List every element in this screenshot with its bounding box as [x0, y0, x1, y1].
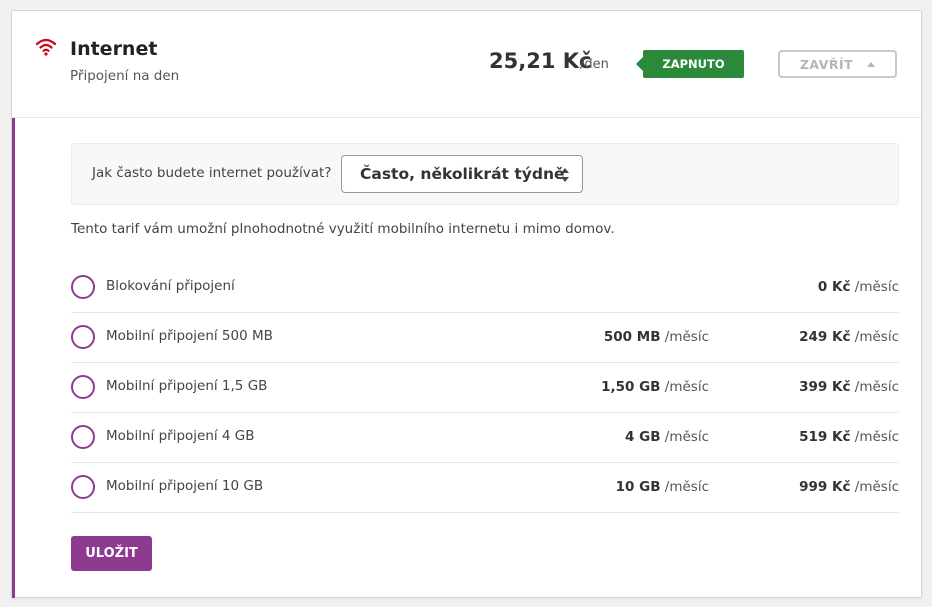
- wifi-icon: [35, 38, 57, 56]
- card-body: Jak často budete internet používat? Čast…: [12, 118, 921, 598]
- caret-up-icon: [867, 61, 876, 67]
- close-button-label: ZAVŘÍT: [799, 56, 854, 72]
- plan-option-500mb[interactable]: Mobilní připojení 500 MB 500 MB /měsíc 2…: [71, 313, 899, 363]
- service-subtitle: Připojení na den: [70, 68, 180, 84]
- usage-question-box: Jak často budete internet používat? Čast…: [71, 143, 899, 205]
- usage-frequency-select[interactable]: Často, několikrát týdně: [341, 155, 583, 193]
- plan-price: 999 Kč /měsíc: [799, 479, 899, 495]
- radio-button[interactable]: [71, 325, 95, 349]
- select-arrows-icon: [560, 168, 570, 182]
- card-header: Internet Připojení na den 25,21 Kč /den …: [12, 11, 921, 118]
- plan-name: Mobilní připojení 4 GB: [106, 428, 255, 444]
- plan-list: Blokování připojení 0 Kč /měsíc Mobilní …: [71, 263, 899, 513]
- close-button[interactable]: ZAVŘÍT: [778, 50, 897, 78]
- radio-button[interactable]: [71, 375, 95, 399]
- plan-data: 4 GB /měsíc: [625, 429, 709, 445]
- tariff-description: Tento tarif vám umožní plnohodnotné využ…: [71, 221, 615, 237]
- plan-price: 249 Kč /měsíc: [799, 329, 899, 345]
- plan-name: Mobilní připojení 10 GB: [106, 478, 264, 494]
- service-price: 25,21 Kč: [489, 49, 592, 73]
- plan-price: 0 Kč /měsíc: [817, 279, 899, 295]
- usage-frequency-value: Často, několikrát týdně: [360, 165, 565, 183]
- plan-option-1-5gb[interactable]: Mobilní připojení 1,5 GB 1,50 GB /měsíc …: [71, 363, 899, 413]
- plan-data: 1,50 GB /měsíc: [601, 379, 709, 395]
- service-title: Internet: [70, 38, 158, 60]
- radio-button[interactable]: [71, 275, 95, 299]
- plan-data: 10 GB /měsíc: [615, 479, 709, 495]
- usage-question-label: Jak často budete internet používat?: [92, 165, 332, 181]
- plan-name: Blokování připojení: [106, 278, 235, 294]
- plan-data: 500 MB /měsíc: [603, 329, 709, 345]
- plan-price: 519 Kč /měsíc: [799, 429, 899, 445]
- save-button[interactable]: ULOŽIT: [71, 536, 152, 571]
- internet-service-card: Internet Připojení na den 25,21 Kč /den …: [11, 10, 922, 598]
- radio-button[interactable]: [71, 475, 95, 499]
- status-badge: ZAPNUTO: [636, 50, 744, 78]
- plan-name: Mobilní připojení 1,5 GB: [106, 378, 268, 394]
- plan-option-10gb[interactable]: Mobilní připojení 10 GB 10 GB /měsíc 999…: [71, 463, 899, 513]
- plan-price: 399 Kč /měsíc: [799, 379, 899, 395]
- plan-name: Mobilní připojení 500 MB: [106, 328, 273, 344]
- plan-option-blocking[interactable]: Blokování připojení 0 Kč /měsíc: [71, 263, 899, 313]
- service-price-unit: /den: [580, 57, 609, 72]
- plan-option-4gb[interactable]: Mobilní připojení 4 GB 4 GB /měsíc 519 K…: [71, 413, 899, 463]
- radio-button[interactable]: [71, 425, 95, 449]
